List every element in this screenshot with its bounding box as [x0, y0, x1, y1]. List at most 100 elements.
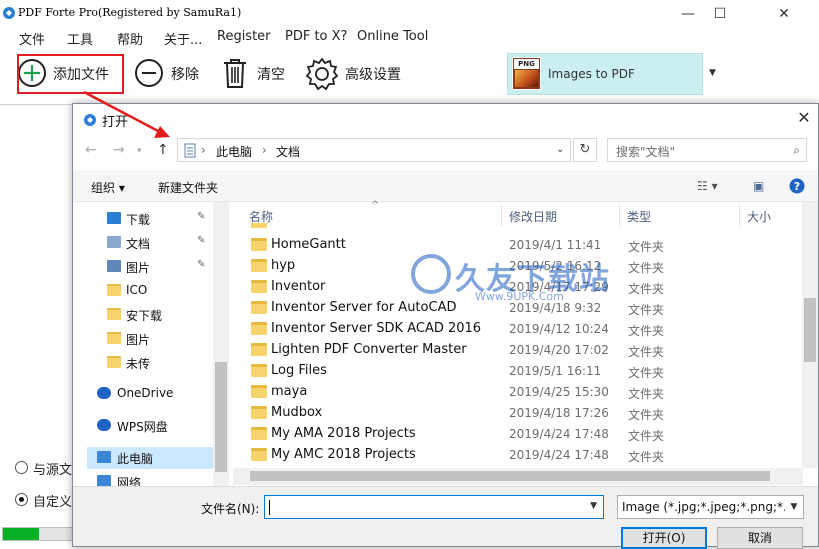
app-title: PDF Forte Pro(Registered by SamuRa1) [18, 6, 242, 19]
chevron-down-icon[interactable]: ▼ [709, 68, 716, 78]
dialog-command-bar: 组织 ▾ 新建文件夹 ☷ ▾ ▣ ? [73, 170, 818, 202]
folder-icon [107, 356, 121, 368]
document-location-icon [184, 143, 196, 158]
file-name: My AMC 2018 Projects [271, 447, 416, 462]
address-dropdown-icon[interactable]: ⌄ [556, 144, 564, 155]
file-date: 2019/4/18 17:26 [509, 406, 609, 420]
nav-item[interactable]: OneDrive [87, 383, 217, 405]
png-file-icon: PNG [512, 57, 541, 90]
nav-item[interactable]: WPS网盘 [87, 415, 217, 437]
recent-chevron-icon[interactable]: ▾ [137, 146, 142, 156]
file-list-scrollbar[interactable] [802, 202, 818, 468]
table-row[interactable]: maya 2019/4/25 15:30 文件夹 [243, 382, 673, 403]
minimize-button[interactable]: — [673, 4, 703, 24]
file-type: 文件夹 [628, 429, 665, 443]
nav-item-label: 图片 [126, 261, 151, 275]
folder-icon [251, 322, 267, 335]
table-row[interactable]: Log Files 2019/5/1 16:11 文件夹 [243, 361, 673, 382]
table-row-partial[interactable] [243, 223, 673, 231]
breadcrumb-documents[interactable]: 文档 [276, 143, 300, 160]
nav-item[interactable]: 未传 [87, 352, 217, 374]
same-as-source-radio[interactable] [15, 461, 28, 474]
maximize-button[interactable]: ☐ [705, 4, 735, 24]
filter-dropdown-icon[interactable]: ▼ [785, 496, 803, 518]
help-icon[interactable]: ? [789, 178, 805, 194]
file-type: 文件夹 [628, 345, 665, 359]
menu-item-about[interactable]: 关于... [164, 29, 202, 48]
nav-item[interactable]: 文档 ✎ [87, 232, 217, 254]
file-list-area[interactable] [0, 104, 74, 440]
nav-pane-scrollbar[interactable] [213, 202, 229, 486]
watermark-logo-icon [411, 254, 451, 294]
file-type-filter[interactable]: Image (*.jpg;*.jpeg;*.png;*.bmp) ▼ [617, 495, 804, 519]
nav-item-label: 下载 [126, 213, 151, 227]
nav-item[interactable]: 下载 ✎ [87, 208, 217, 230]
nav-item-label: ICO [126, 283, 148, 297]
table-row[interactable]: HomeGantt 2019/4/1 11:41 文件夹 [243, 235, 673, 256]
column-size[interactable]: 大小 [747, 208, 771, 225]
menu-item-online-tool[interactable]: Online Tool [357, 29, 428, 44]
menu-item-pdf-to-x[interactable]: PDF to X? [285, 29, 347, 44]
watermark: 久友下载站 Www.9UPK.Com [339, 254, 639, 314]
table-row[interactable]: Inventor Server SDK ACAD 2016 2019/4/12 1… [243, 319, 673, 340]
table-row[interactable]: Mudbox 2019/4/18 17:26 文件夹 [243, 403, 673, 424]
file-name: hyp [271, 258, 296, 273]
file-name: Inventor [271, 279, 326, 294]
breadcrumb-separator-icon: › [201, 143, 206, 157]
png-tag: PNG [514, 59, 539, 69]
nav-item[interactable]: 安下载 [87, 304, 217, 326]
file-date: 2019/4/24 17:48 [509, 448, 609, 462]
hscroll-thumb[interactable] [250, 471, 770, 481]
search-input[interactable]: 搜索"文档" ⌕ [607, 138, 807, 162]
table-row[interactable]: My AMA 2018 Projects 2019/4/24 17:48 文件夹 [243, 424, 673, 445]
file-date: 2019/4/1 11:41 [509, 238, 602, 252]
forward-arrow-icon[interactable]: → [113, 142, 125, 158]
menu-item-register[interactable]: Register [217, 29, 271, 44]
pin-icon: ✎ [197, 235, 206, 246]
file-scroll-thumb[interactable] [804, 298, 816, 362]
file-type-label: Image (*.jpg;*.jpeg;*.png;*.bmp) [622, 500, 804, 514]
dialog-app-icon [84, 114, 96, 126]
dialog-close-button[interactable]: ✕ [793, 108, 815, 127]
menu-item-file[interactable]: 文件 [19, 29, 45, 48]
nav-item[interactable]: ICO [87, 280, 217, 302]
clear-button[interactable]: 清空 [221, 54, 291, 94]
address-bar[interactable]: › 此电脑 › 文档 ⌄ [177, 138, 571, 162]
new-folder-button[interactable]: 新建文件夹 [158, 179, 218, 196]
breadcrumb-this-pc[interactable]: 此电脑 [216, 143, 252, 160]
filename-input[interactable]: ▼ [264, 495, 604, 519]
preview-pane-icon[interactable]: ▣ [753, 179, 764, 193]
nav-item[interactable]: 此电脑 [87, 447, 217, 469]
menu-item-help[interactable]: 帮助 [117, 29, 143, 48]
refresh-icon[interactable]: ↻ [573, 138, 597, 162]
filename-label: 文件名(N): [201, 502, 260, 516]
file-date: 2019/4/24 17:48 [509, 427, 609, 441]
remove-button[interactable]: 移除 [134, 54, 204, 94]
table-row[interactable]: Lighten PDF Converter Master 2019/4/20 17… [243, 340, 673, 361]
nav-item[interactable]: 图片 [87, 328, 217, 350]
close-button[interactable]: ✕ [769, 4, 799, 24]
nav-item-label: 未传 [126, 357, 151, 371]
file-name: HomeGantt [271, 237, 346, 252]
custom-output-radio[interactable] [15, 493, 28, 506]
back-arrow-icon[interactable]: ← [85, 142, 97, 158]
file-list-hscrollbar[interactable] [233, 468, 803, 485]
conversion-mode-label: Images to PDF [548, 67, 635, 81]
folder-icon [251, 280, 267, 293]
organize-button[interactable]: 组织 ▾ [91, 179, 125, 196]
menu-item-tools[interactable]: 工具 [67, 29, 93, 48]
nav-item[interactable]: 图片 ✎ [87, 256, 217, 278]
nav-scroll-thumb[interactable] [215, 362, 227, 472]
open-button[interactable]: 打开(O) [621, 527, 707, 549]
progress-fill [3, 528, 40, 540]
file-name: Inventor Server SDK ACAD 2016 [271, 321, 482, 336]
filename-dropdown-icon[interactable]: ▼ [590, 501, 597, 511]
folder-icon [251, 238, 267, 251]
breadcrumb-separator-icon: › [262, 143, 267, 157]
up-arrow-icon[interactable]: ↑ [157, 142, 169, 158]
view-options-icon[interactable]: ☷ ▾ [697, 179, 718, 193]
cancel-button[interactable]: 取消 [717, 527, 803, 549]
advanced-settings-button[interactable]: 高级设置 [305, 54, 415, 94]
folder-icon [251, 406, 267, 419]
table-row[interactable]: My AMC 2018 Projects 2019/4/24 17:48 文件夹 [243, 445, 673, 466]
